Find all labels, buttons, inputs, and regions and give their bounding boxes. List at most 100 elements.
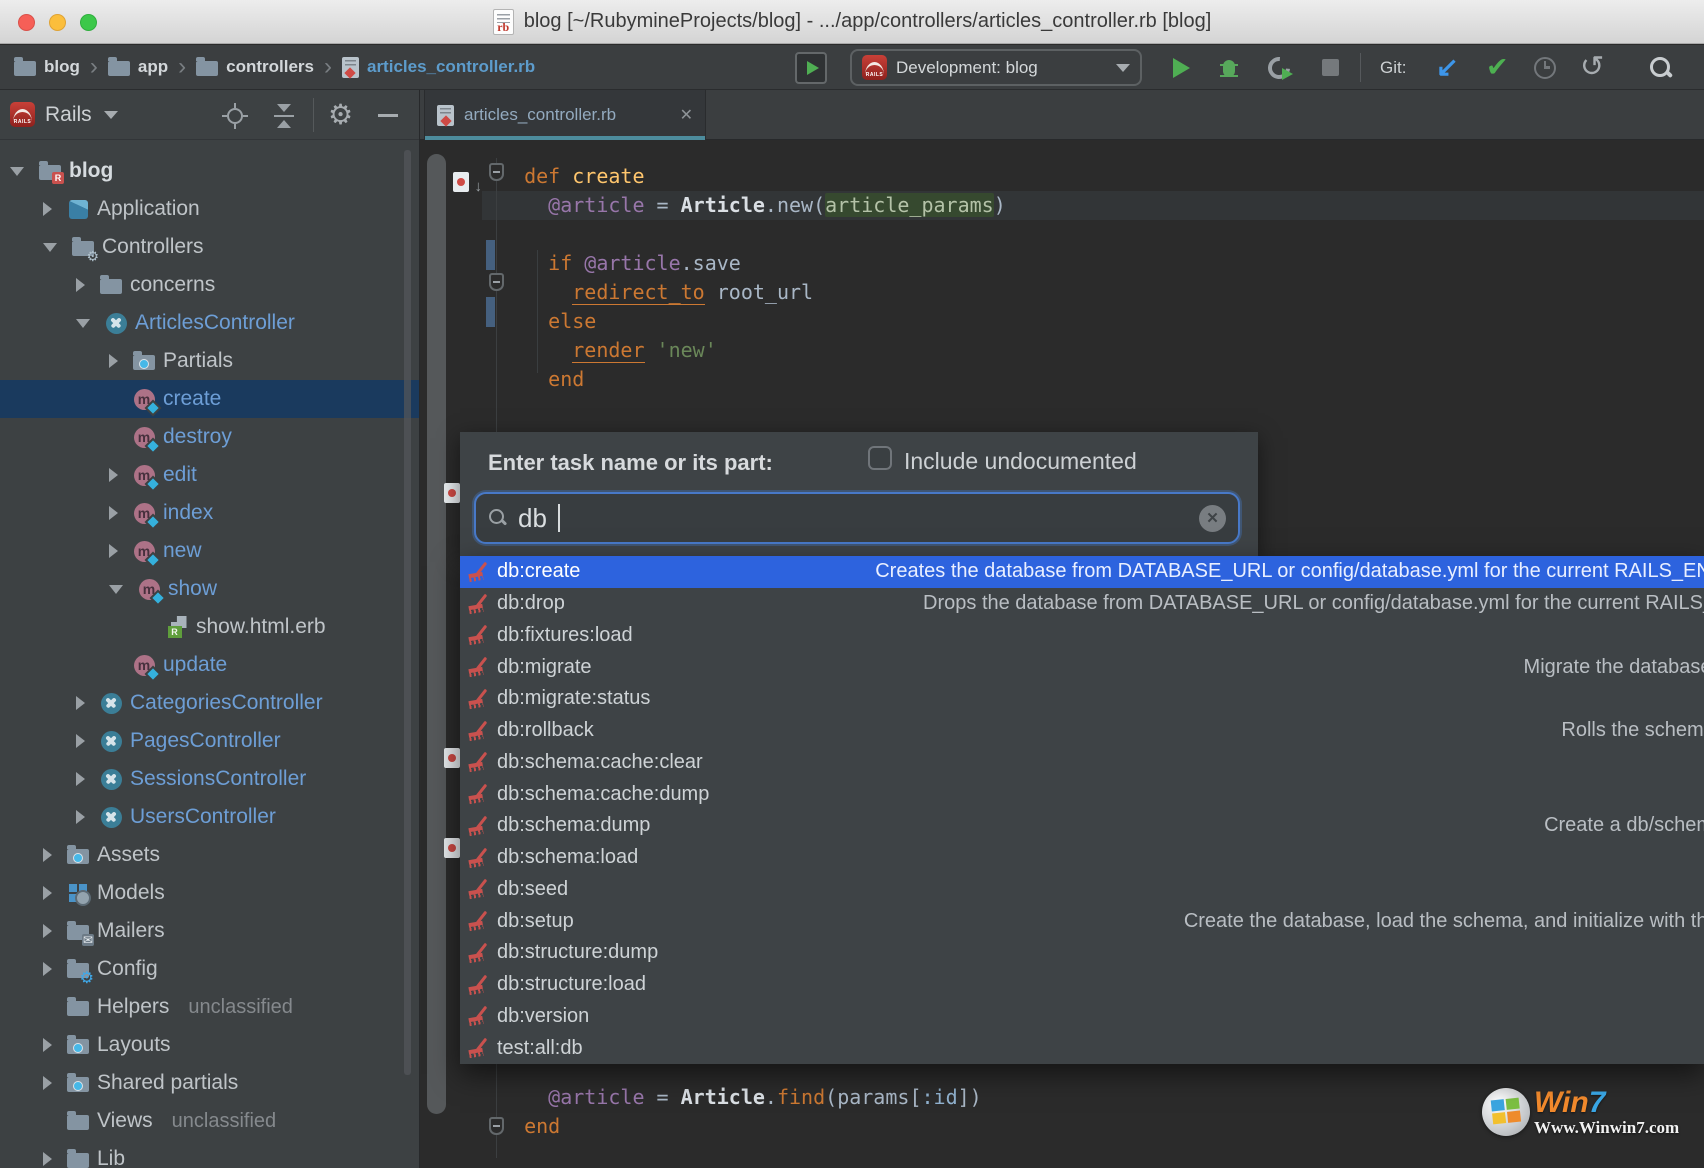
task-row-db-rollback[interactable]: db:rollbackRolls the schema back to the … [460, 715, 1704, 747]
git-commit-button[interactable]: ✔ [1486, 45, 1509, 90]
breadcrumb-item-articles_controller.rb[interactable]: articles_controller.rb [342, 57, 535, 78]
collapsed-arrow-icon[interactable] [109, 506, 118, 520]
tree-item-models[interactable]: Models [0, 874, 420, 912]
task-row-test-all-db[interactable]: test:all:dbRun tests quickly, but also r… [460, 1032, 1704, 1064]
tree-item-blog[interactable]: blog [0, 152, 420, 190]
collapsed-arrow-icon[interactable] [43, 202, 52, 216]
run-context-icon[interactable] [795, 52, 827, 84]
editor-scrollbar[interactable] [427, 154, 446, 1114]
tree-item-index[interactable]: index [0, 494, 420, 532]
tree-item-edit[interactable]: edit [0, 456, 420, 494]
collapsed-arrow-icon[interactable] [109, 354, 118, 368]
collapsed-arrow-icon[interactable] [76, 696, 85, 710]
collapsed-arrow-icon[interactable] [76, 772, 85, 786]
minimize-window-button[interactable] [49, 14, 66, 31]
rollback-button[interactable]: ↺ [1580, 45, 1604, 90]
tree-item-update[interactable]: update [0, 646, 420, 684]
tree-item-articlescontroller[interactable]: ArticlesController [0, 304, 420, 342]
gutter-related-file-icon[interactable] [453, 172, 469, 192]
include-undocumented-checkbox[interactable] [868, 446, 892, 470]
tree-item-sessionscontroller[interactable]: SessionsController [0, 760, 420, 798]
stop-button[interactable] [1322, 45, 1339, 90]
task-row-db-fixtures-load[interactable]: db:fixtures:loadLoad fixtures into the c… [460, 620, 1704, 652]
collapsed-arrow-icon[interactable] [76, 734, 85, 748]
tree-item-layouts[interactable]: Layouts [0, 1026, 420, 1064]
tree-item-categoriescontroller[interactable]: CategoriesController [0, 684, 420, 722]
collapsed-arrow-icon[interactable] [76, 810, 85, 824]
collapsed-arrow-icon[interactable] [43, 1076, 52, 1090]
tree-item-lib[interactable]: Lib [0, 1140, 420, 1168]
tree-item-helpers[interactable]: Helpersunclassified [0, 988, 420, 1026]
task-row-db-structure-dump[interactable]: db:structure:dumpDump the database struc… [460, 937, 1704, 969]
gutter-related-file-icon[interactable] [444, 838, 460, 858]
task-search-input[interactable]: db [474, 492, 1240, 544]
history-button[interactable] [1534, 45, 1556, 90]
task-row-db-migrate[interactable]: db:migrateMigrate the database (options:… [460, 651, 1704, 683]
tree-item-partials[interactable]: Partials [0, 342, 420, 380]
task-row-db-seed[interactable]: db:seedLoad the seed data from db/seeds.… [460, 874, 1704, 906]
collapsed-arrow-icon[interactable] [43, 962, 52, 976]
collapsed-arrow-icon[interactable] [76, 278, 85, 292]
task-row-db-structure-load[interactable]: db:structure:loadRecreate the databases … [460, 969, 1704, 1001]
tree-item-create[interactable]: create [0, 380, 420, 418]
clear-search-icon[interactable] [1199, 505, 1226, 532]
debug-button[interactable] [1220, 45, 1238, 90]
task-row-db-setup[interactable]: db:setupCreate the database, load the sc… [460, 905, 1704, 937]
collapsed-arrow-icon[interactable] [109, 468, 118, 482]
breadcrumb-item-blog[interactable]: blog [14, 57, 80, 77]
expanded-arrow-icon[interactable] [10, 167, 24, 176]
close-icon[interactable] [680, 105, 693, 125]
tree-item-new[interactable]: new [0, 532, 420, 570]
breadcrumb-item-app[interactable]: app [108, 57, 168, 77]
collapsed-arrow-icon[interactable] [43, 848, 52, 862]
gear-icon[interactable]: ⚙ [328, 98, 353, 131]
run-button[interactable] [1173, 45, 1190, 90]
collapse-all-icon[interactable] [272, 104, 296, 128]
tree-item-shared-partials[interactable]: Shared partials [0, 1064, 420, 1102]
task-row-db-migrate-status[interactable]: db:migrate:statusDisplay status of migra… [460, 683, 1704, 715]
task-row-db-schema-dump[interactable]: db:schema:dumpCreate a db/schema.rb file… [460, 810, 1704, 842]
tree-item-pagescontroller[interactable]: PagesController [0, 722, 420, 760]
task-row-db-schema-load[interactable]: db:schema:loadLoad a schema.rb file into… [460, 842, 1704, 874]
git-update-button[interactable]: ↙ [1436, 45, 1459, 90]
tab-articles-controller[interactable]: articles_controller.rb [424, 90, 706, 140]
close-window-button[interactable] [18, 14, 35, 31]
task-row-db-create[interactable]: db:createCreates the database from DATAB… [460, 556, 1704, 588]
tree-item-views[interactable]: Viewsunclassified [0, 1102, 420, 1140]
gutter-related-file-icon[interactable] [444, 483, 460, 503]
collapsed-arrow-icon[interactable] [109, 544, 118, 558]
chevron-down-icon[interactable] [104, 111, 118, 119]
collapsed-arrow-icon[interactable] [43, 924, 52, 938]
tree-item-destroy[interactable]: destroy [0, 418, 420, 456]
task-row-db-schema-cache-dump[interactable]: db:schema:cache:dumpCreate a db/schema_c… [460, 778, 1704, 810]
expanded-arrow-icon[interactable] [43, 243, 57, 252]
breadcrumb-item-controllers[interactable]: controllers [196, 57, 314, 77]
vcs-change-bar[interactable] [486, 240, 495, 270]
tree-item-show[interactable]: show [0, 570, 420, 608]
vcs-change-bar[interactable] [486, 297, 495, 327]
tree-item-assets[interactable]: Assets [0, 836, 420, 874]
tree-item-controllers[interactable]: Controllers [0, 228, 420, 266]
collapsed-arrow-icon[interactable] [43, 1038, 52, 1052]
run-configuration-select[interactable]: Development: blog [850, 49, 1142, 86]
tree-item-application[interactable]: Application [0, 190, 420, 228]
expanded-arrow-icon[interactable] [76, 319, 90, 328]
collapsed-arrow-icon[interactable] [43, 886, 52, 900]
run-with-coverage-button[interactable] [1268, 45, 1290, 90]
tree-item-concerns[interactable]: concerns [0, 266, 420, 304]
tree-item-show-html-erb[interactable]: show.html.erb [0, 608, 420, 646]
hide-tool-window-icon[interactable] [378, 114, 398, 117]
collapsed-arrow-icon[interactable] [43, 1152, 52, 1166]
tree-item-userscontroller[interactable]: UsersController [0, 798, 420, 836]
gutter-related-file-icon[interactable] [444, 748, 460, 768]
task-row-db-drop[interactable]: db:dropDrops the database from DATABASE_… [460, 588, 1704, 620]
scroll-to-source-icon[interactable] [222, 103, 248, 129]
tree-scrollbar[interactable] [404, 150, 411, 1075]
task-row-db-schema-cache-clear[interactable]: db:schema:cache:clearClear a db/schema_c… [460, 747, 1704, 779]
tree-item-mailers[interactable]: Mailers [0, 912, 420, 950]
expanded-arrow-icon[interactable] [109, 585, 123, 594]
tree-item-config[interactable]: Config [0, 950, 420, 988]
zoom-window-button[interactable] [80, 14, 97, 31]
search-everywhere-button[interactable] [1648, 45, 1674, 90]
task-row-db-version[interactable]: db:versionRetrieves the current schema v… [460, 1001, 1704, 1033]
